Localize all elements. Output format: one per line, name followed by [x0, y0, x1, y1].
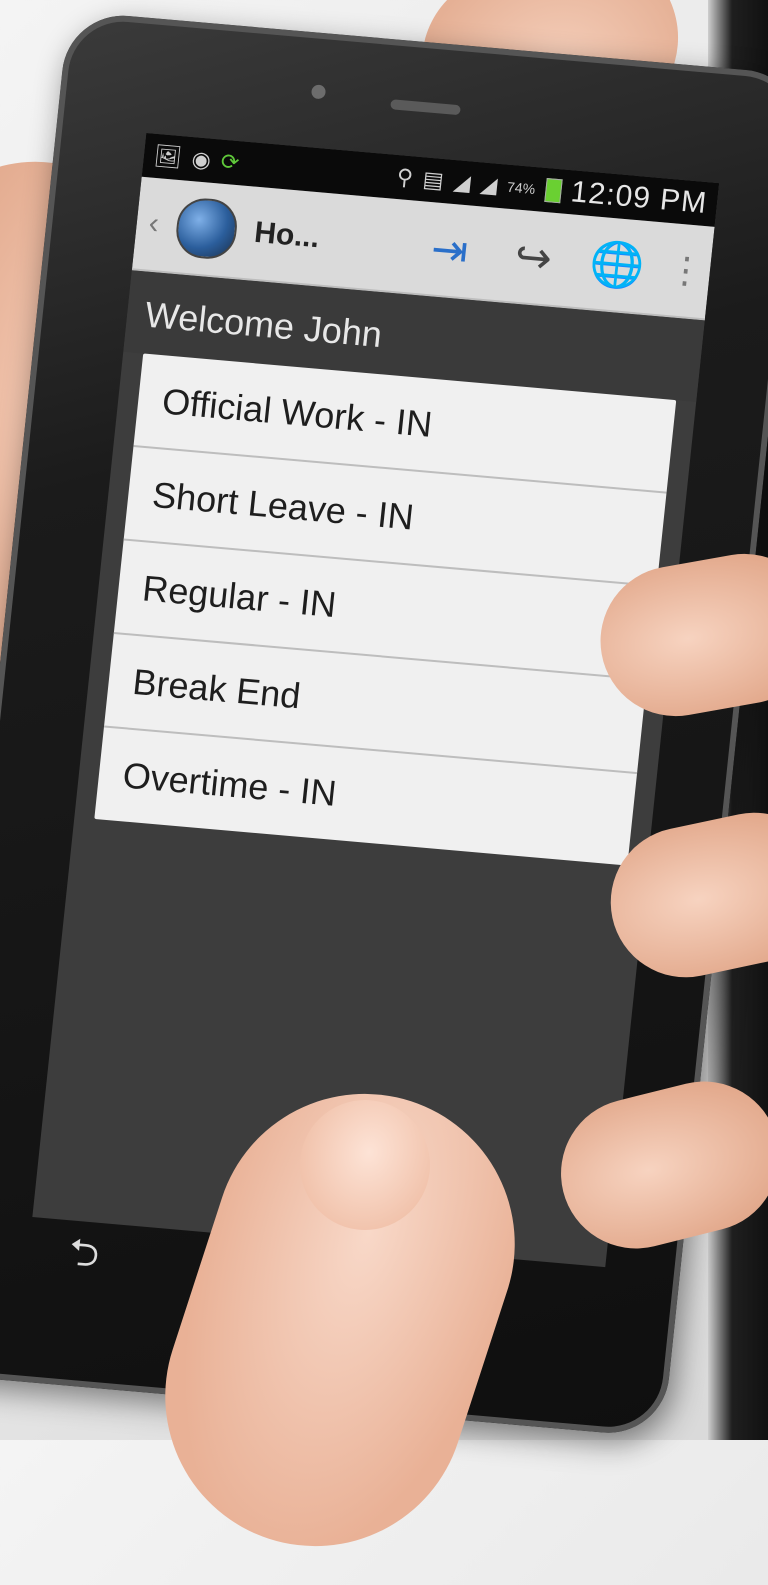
back-key-icon[interactable]: ⮌ — [65, 1223, 102, 1290]
check-in-button[interactable]: ⇥ — [413, 214, 486, 285]
globe-button[interactable]: 🌐 — [581, 229, 654, 300]
login-icon: ⇥ — [428, 223, 471, 276]
sync-icon: ⟳ — [219, 148, 241, 176]
earpiece — [390, 99, 461, 116]
globe-icon: 🌐 — [587, 238, 647, 292]
up-navigation-chevron-icon[interactable]: ‹ — [147, 207, 160, 242]
image-icon: 🖼 — [152, 142, 184, 171]
attendance-options-list: Official Work - IN Short Leave - IN Regu… — [94, 353, 677, 866]
battery-icon — [543, 178, 563, 204]
clock: 12:09 PM — [569, 175, 709, 221]
signal-icon: ◢ — [479, 171, 499, 198]
app-logo[interactable] — [173, 196, 240, 262]
file-icon: ▤ — [421, 166, 445, 193]
overflow-menu-icon[interactable]: ⋮ — [666, 248, 706, 292]
app-title: Ho... — [252, 215, 321, 255]
front-camera — [310, 84, 327, 100]
whatsapp-icon: ◉ — [190, 146, 213, 173]
check-out-button[interactable]: ↪ — [497, 221, 570, 292]
wifi-icon: ⚲ — [395, 164, 415, 191]
battery-percent: 74% — [506, 178, 536, 198]
signal-icon: ◢ — [452, 168, 472, 196]
logout-icon: ↪ — [512, 231, 555, 284]
